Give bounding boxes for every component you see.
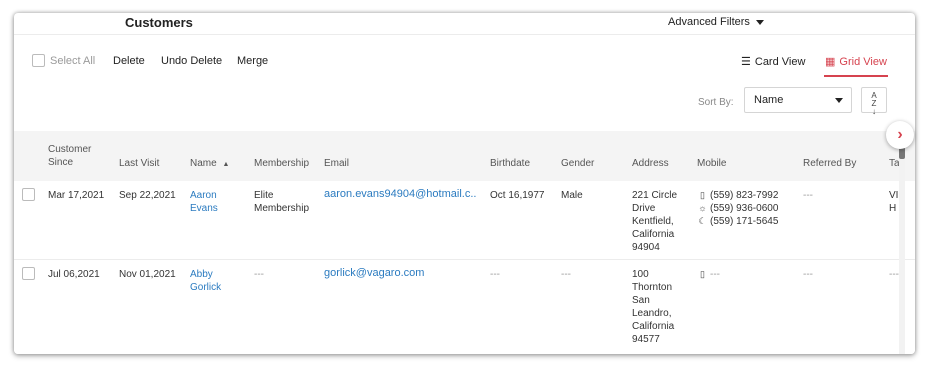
cell-address: 221 Circle Drive Kentfield, California 9… <box>632 189 677 254</box>
sort-by-value: Name <box>754 94 784 106</box>
cell-referred-by: --- <box>803 190 813 201</box>
select-all-checkbox[interactable] <box>32 54 45 67</box>
cell-gender: Male <box>561 190 583 201</box>
address-line: Thornton <box>632 282 673 293</box>
address-line: California <box>632 229 675 240</box>
column-header-referred-by[interactable]: Referred By <box>803 157 856 170</box>
table-row[interactable]: Jul 06,2021 Nov 01,2021 Abby Gorlick ---… <box>14 260 915 354</box>
cell-membership: Elite Membership <box>254 189 309 215</box>
card-view-label: Card View <box>754 56 806 68</box>
chevron-down-icon <box>755 19 764 25</box>
advanced-filters-label: Advanced Filters <box>668 16 750 28</box>
cell-last-visit: Sep 22,2021 <box>119 190 176 201</box>
grid-view-button[interactable]: ▦ Grid View <box>825 55 887 68</box>
advanced-filters-dropdown[interactable]: Advanced Filters <box>668 16 764 28</box>
column-header-name[interactable]: Name ▲ <box>190 157 229 171</box>
vertical-scrollbar[interactable] <box>899 147 905 354</box>
mobile-phone-icon: ▯ <box>700 190 705 200</box>
card-view-button[interactable]: ☰ Card View <box>741 55 805 68</box>
delete-button[interactable]: Delete <box>113 55 145 67</box>
customer-last-name: Evans <box>190 203 218 214</box>
address-line: Leandro, <box>632 308 672 319</box>
chevron-down-icon <box>835 98 843 103</box>
page-title: Customers <box>125 15 193 30</box>
mobile-number: --- <box>710 269 720 280</box>
cell-mobile: ▯ (559) 823-7992 ☼ (559) 936-0600 ☾ (559) 1… <box>697 189 778 228</box>
sun-icon: ☼ <box>698 203 707 213</box>
column-header-membership[interactable]: Membership <box>254 157 309 170</box>
customer-first-name: Aaron <box>190 190 217 201</box>
address-line: San <box>632 295 650 306</box>
toolbar: Select All Delete Undo Delete Merge ☰ Car… <box>14 51 915 77</box>
table-header: Customer Since Last Visit Name ▲ Members… <box>14 131 915 181</box>
grid-view-label: Grid View <box>839 56 887 68</box>
cell-membership: --- <box>254 269 264 280</box>
address-line: California <box>632 321 675 332</box>
customer-name-link[interactable]: Aaron Evans <box>190 189 218 215</box>
tag-text: VI <box>889 190 899 201</box>
column-header-customer-since-line1: Customer <box>48 144 92 155</box>
sort-by-label: Sort By: <box>698 97 734 108</box>
day-phone-number: (559) 936-0600 <box>710 203 779 214</box>
cell-tags: --- <box>889 269 899 280</box>
active-view-indicator <box>824 75 888 77</box>
mobile-phone-icon: ▯ <box>700 269 705 279</box>
cell-address: 100 Thornton San Leandro, California 945… <box>632 268 674 346</box>
column-header-mobile[interactable]: Mobile <box>697 157 726 170</box>
customer-name-link[interactable]: Abby Gorlick <box>190 268 221 294</box>
sort-by-select[interactable]: Name <box>744 87 852 113</box>
night-phone-number: (559) 171-5645 <box>710 216 779 227</box>
column-header-address[interactable]: Address <box>632 157 669 170</box>
column-header-birthdate[interactable]: Birthdate <box>490 157 530 170</box>
sort-ascending-icon: ▲ <box>222 161 230 168</box>
column-header-gender[interactable]: Gender <box>561 157 594 170</box>
cell-tags: VI H <box>889 189 899 215</box>
address-line: 94577 <box>632 334 660 345</box>
row-checkbox[interactable] <box>22 267 35 280</box>
column-header-email[interactable]: Email <box>324 157 349 170</box>
tag-text: H <box>889 203 897 214</box>
address-line: 100 <box>632 269 649 280</box>
grid-icon: ▦ <box>825 56 836 68</box>
customer-last-name: Gorlick <box>190 282 222 293</box>
cell-referred-by: --- <box>803 269 813 280</box>
mobile-number: (559) 823-7992 <box>710 190 779 201</box>
customer-first-name: Abby <box>190 269 213 280</box>
moon-icon: ☾ <box>698 216 707 226</box>
cell-customer-since: Mar 17,2021 <box>48 190 105 201</box>
sort-az-icon: A Z ↓ <box>871 91 877 116</box>
cell-last-visit: Nov 01,2021 <box>119 269 176 280</box>
customers-panel: Customers Advanced Filters Select All De… <box>14 13 915 354</box>
sort-direction-button[interactable]: A Z ↓ <box>861 87 887 116</box>
membership-line1: Elite <box>254 190 274 201</box>
customer-email-link[interactable]: aaron.evans94904@hotmail.c.. <box>324 188 476 201</box>
column-header-tags[interactable]: Ta <box>889 157 900 170</box>
cell-gender: --- <box>561 269 571 280</box>
address-line: 94904 <box>632 242 660 253</box>
table-row[interactable]: Mar 17,2021 Sep 22,2021 Aaron Evans Elit… <box>14 181 915 260</box>
column-header-name-label: Name <box>190 158 217 169</box>
cell-birthdate: Oct 16,1977 <box>490 190 545 201</box>
membership-line2: Membership <box>254 203 310 214</box>
cell-mobile: ▯ --- <box>697 268 720 281</box>
column-header-customer-since[interactable]: Customer Since <box>48 143 91 169</box>
undo-delete-button[interactable]: Undo Delete <box>161 55 222 67</box>
merge-button[interactable]: Merge <box>237 55 268 67</box>
top-bar: Customers Advanced Filters <box>14 13 915 35</box>
chevron-right-icon: › <box>897 126 903 143</box>
select-all-label[interactable]: Select All <box>50 55 95 67</box>
cell-customer-since: Jul 06,2021 <box>48 269 100 280</box>
column-header-last-visit[interactable]: Last Visit <box>119 157 159 170</box>
scroll-right-button[interactable]: › <box>886 121 914 149</box>
row-checkbox[interactable] <box>22 188 35 201</box>
column-header-customer-since-line2: Since <box>48 157 74 168</box>
address-line: Drive <box>632 203 656 214</box>
customer-email-link[interactable]: gorlick@vagaro.com <box>324 267 424 280</box>
list-icon: ☰ <box>741 56 751 68</box>
address-line: 221 Circle <box>632 190 678 201</box>
address-line: Kentfield, <box>632 216 674 227</box>
cell-birthdate: --- <box>490 269 500 280</box>
